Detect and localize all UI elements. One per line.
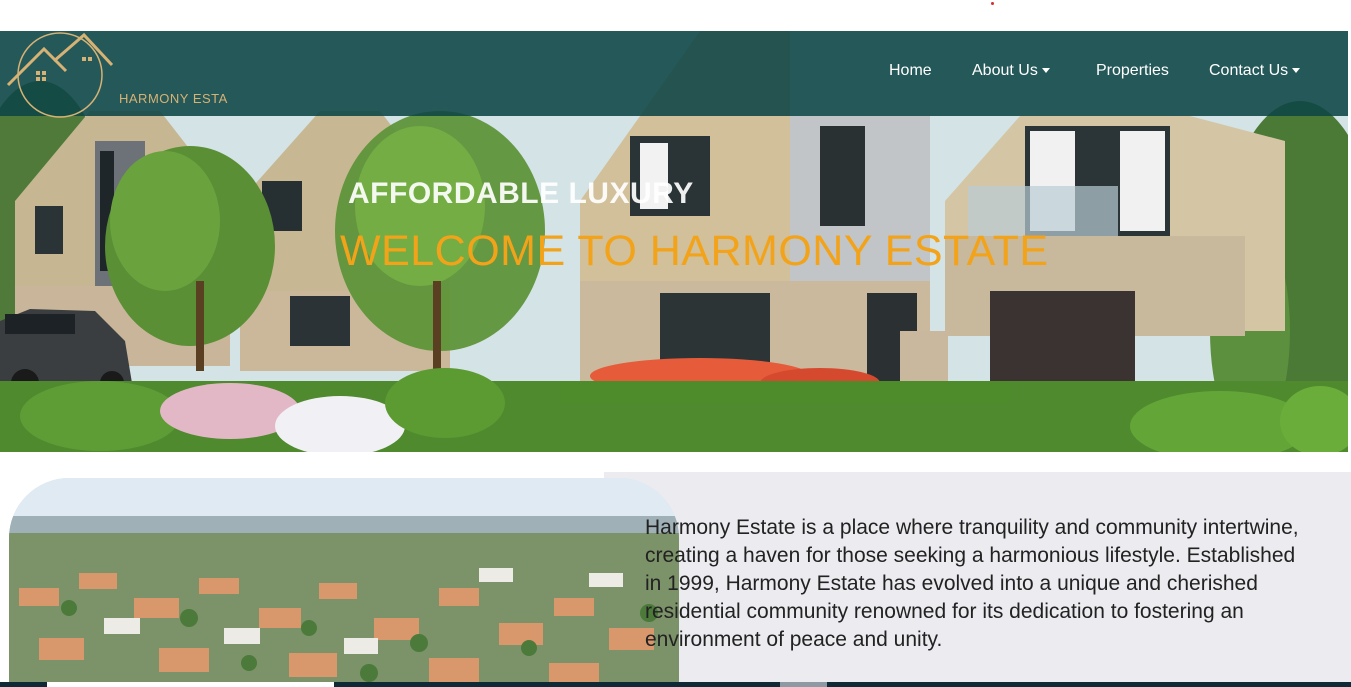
bottom-strip — [0, 682, 1351, 687]
bottom-strip-segment — [47, 682, 334, 687]
nav-contact-label: Contact Us — [1209, 62, 1289, 79]
logo-icon[interactable] — [0, 31, 120, 119]
nav-properties-label: Properties — [1096, 62, 1169, 79]
decorative-dot — [991, 2, 994, 5]
logo-text[interactable]: HARMONY ESTA — [119, 91, 228, 106]
hero-headline: WELCOME TO HARMONY ESTATE — [340, 227, 1049, 275]
navbar: HARMONY ESTA Home About Us Properties Co… — [0, 31, 1348, 119]
nav-properties[interactable]: Properties — [1096, 62, 1169, 82]
nav-home[interactable]: Home — [889, 62, 932, 82]
nav-home-label: Home — [889, 62, 932, 79]
caret-down-icon — [1041, 68, 1050, 74]
caret-down-icon — [1292, 68, 1301, 74]
about-paragraph: Harmony Estate is a place where tranquil… — [645, 516, 1299, 651]
nav-contact-us[interactable]: Contact Us — [1209, 62, 1301, 82]
page: HARMONY ESTA Home About Us Properties Co… — [0, 0, 1351, 687]
nav-about-us[interactable]: About Us — [972, 62, 1050, 82]
bottom-strip-segment — [780, 682, 827, 687]
hero-tagline: AFFORDABLE LUXURY — [348, 177, 694, 210]
about-image — [9, 478, 679, 687]
neighborhood-photo — [9, 478, 679, 687]
hero-banner: HARMONY ESTA Home About Us Properties Co… — [0, 31, 1348, 452]
nav-about-label: About Us — [972, 62, 1038, 79]
